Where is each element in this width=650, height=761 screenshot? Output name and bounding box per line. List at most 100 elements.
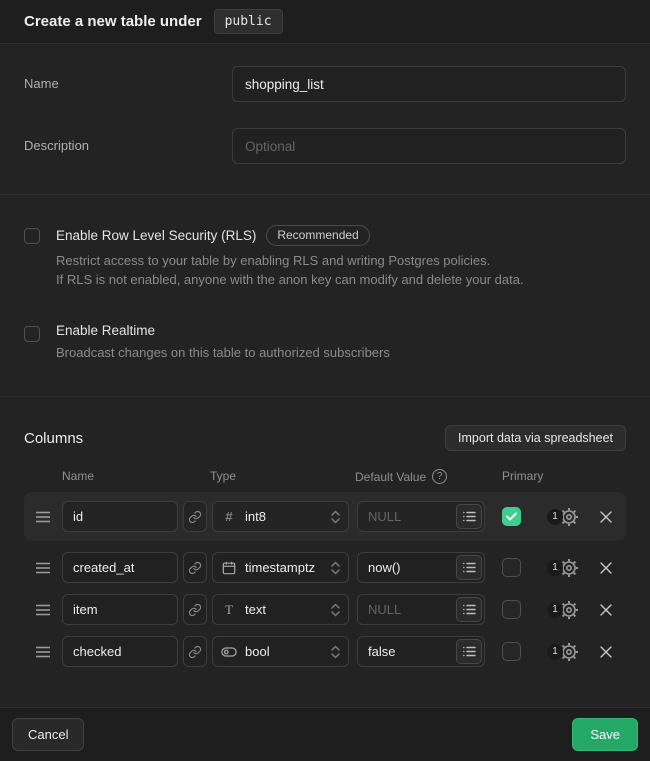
header-type: Type — [210, 469, 355, 484]
header-name: Name — [62, 469, 210, 484]
remove-column-button[interactable] — [599, 510, 615, 524]
column-type-select[interactable]: # int8 — [212, 501, 349, 532]
close-icon — [599, 561, 613, 575]
column-name-input[interactable] — [62, 636, 178, 667]
default-value-cell — [357, 636, 485, 667]
remove-column-button[interactable] — [599, 645, 615, 659]
column-name-input[interactable] — [62, 552, 178, 583]
drag-handle-icon[interactable] — [36, 562, 50, 574]
panel-title: Create a new table under — [24, 13, 202, 30]
default-value-menu-button[interactable] — [456, 597, 482, 622]
list-menu-icon — [463, 511, 476, 522]
column-settings-button[interactable]: 1 — [547, 597, 581, 623]
chevron-updown-icon — [331, 645, 340, 659]
primary-key-checkbox[interactable] — [502, 642, 521, 661]
realtime-description: Broadcast changes on this table to autho… — [56, 343, 626, 362]
default-value-menu-button[interactable] — [456, 639, 482, 664]
default-value-cell — [357, 501, 485, 532]
close-icon — [599, 645, 613, 659]
text-icon: T — [221, 602, 237, 618]
panel-header: Create a new table under public — [0, 0, 650, 44]
list-menu-icon — [463, 604, 476, 615]
default-value-cell — [357, 594, 485, 625]
table-details-section: Name Description — [0, 44, 650, 194]
primary-key-checkbox[interactable] — [502, 558, 521, 577]
foreign-key-button[interactable] — [183, 636, 207, 667]
column-name-input[interactable] — [62, 501, 178, 532]
realtime-label: Enable Realtime — [56, 323, 155, 338]
column-name-input[interactable] — [62, 594, 178, 625]
calendar-icon — [222, 561, 236, 575]
column-settings-button[interactable]: 1 — [547, 555, 581, 581]
realtime-checkbox[interactable] — [24, 326, 40, 342]
foreign-key-button[interactable] — [183, 501, 207, 532]
default-value-menu-button[interactable] — [456, 555, 482, 580]
toggle-icon — [221, 646, 237, 658]
header-primary: Primary — [502, 469, 543, 484]
primary-key-checkbox[interactable] — [502, 600, 521, 619]
import-spreadsheet-button[interactable]: Import data via spreadsheet — [445, 425, 626, 451]
recommended-badge: Recommended — [266, 225, 369, 246]
description-label: Description — [24, 128, 232, 153]
column-type-value: bool — [245, 644, 323, 659]
link-icon — [188, 510, 202, 524]
hash-icon: # — [221, 509, 237, 524]
column-type-select[interactable]: timestamptz — [212, 552, 349, 583]
primary-key-checkbox[interactable] — [502, 507, 521, 526]
remove-column-button[interactable] — [599, 603, 615, 617]
remove-column-button[interactable] — [599, 561, 615, 575]
cancel-button[interactable]: Cancel — [12, 718, 84, 751]
schema-badge: public — [214, 9, 283, 34]
rls-checkbox[interactable] — [24, 228, 40, 244]
columns-title: Columns — [24, 430, 83, 447]
rls-block: Enable Row Level Security (RLS) Recommen… — [24, 225, 626, 289]
create-table-panel: Create a new table under public Name Des… — [0, 0, 650, 761]
column-settings-button[interactable]: 1 — [547, 504, 581, 530]
settings-count-badge: 1 — [547, 509, 563, 525]
drag-handle-icon[interactable] — [36, 511, 50, 523]
description-row: Description — [24, 128, 626, 164]
drag-handle-icon[interactable] — [36, 646, 50, 658]
close-icon — [599, 510, 613, 524]
options-section: Enable Row Level Security (RLS) Recommen… — [0, 195, 650, 396]
rls-desc-line1: Restrict access to your table by enablin… — [56, 251, 626, 270]
foreign-key-button[interactable] — [183, 594, 207, 625]
column-type-value: text — [245, 602, 323, 617]
link-icon — [188, 561, 202, 575]
calendar-icon — [221, 561, 237, 575]
primary-row-highlight: # int8 — [24, 492, 626, 541]
list-menu-icon — [463, 562, 476, 573]
name-row: Name — [24, 66, 626, 102]
drag-handle-icon[interactable] — [36, 604, 50, 616]
settings-count-badge: 1 — [547, 560, 563, 576]
check-icon — [506, 512, 517, 521]
column-row: # int8 — [24, 501, 626, 532]
save-button[interactable]: Save — [572, 718, 638, 751]
columns-header-row: Name Type Default Value ? Primary — [24, 469, 626, 484]
column-row: bool — [24, 636, 626, 667]
default-value-menu-button[interactable] — [456, 504, 482, 529]
column-type-select[interactable]: bool — [212, 636, 349, 667]
foreign-key-button[interactable] — [183, 552, 207, 583]
rls-desc-line2: If RLS is not enabled, anyone with the a… — [56, 270, 626, 289]
realtime-block: Enable Realtime Broadcast changes on thi… — [24, 323, 626, 362]
rls-description: Restrict access to your table by enablin… — [56, 251, 626, 289]
rls-label: Enable Row Level Security (RLS) — [56, 228, 256, 243]
table-description-input[interactable] — [232, 128, 626, 164]
close-icon — [599, 603, 613, 617]
column-type-select[interactable]: T text — [212, 594, 349, 625]
chevron-updown-icon — [331, 603, 340, 617]
column-settings-button[interactable]: 1 — [547, 639, 581, 665]
link-icon — [188, 645, 202, 659]
help-icon[interactable]: ? — [432, 469, 447, 484]
toggle-icon — [221, 646, 237, 658]
settings-count-badge: 1 — [547, 602, 563, 618]
column-row: timestamptz — [24, 552, 626, 583]
column-row: T text — [24, 594, 626, 625]
list-menu-icon — [463, 646, 476, 657]
column-type-value: int8 — [245, 509, 323, 524]
default-value-cell — [357, 552, 485, 583]
name-label: Name — [24, 66, 232, 91]
table-name-input[interactable] — [232, 66, 626, 102]
header-default-label: Default Value — [355, 470, 426, 484]
